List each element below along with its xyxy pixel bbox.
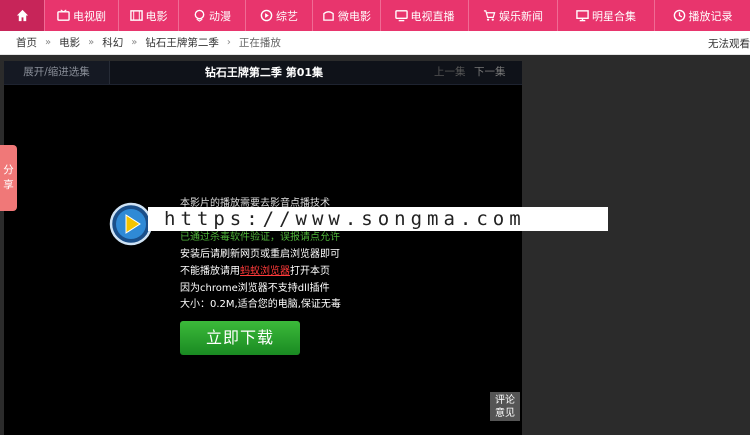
nav-item-label: 播放记录: [688, 9, 733, 23]
browser-link[interactable]: 蚂蚁浏览器: [240, 266, 290, 277]
episode-title: 钻石王牌第二季 第01集: [204, 66, 324, 79]
feedback-label: 评论: [495, 395, 515, 406]
nav-item-stars[interactable]: 明星合集: [558, 0, 655, 31]
cart-icon: [483, 10, 496, 21]
prev-episode-button[interactable]: 上一集: [434, 61, 466, 84]
breadcrumb-separator: »: [45, 37, 52, 48]
player-logo-icon: [109, 202, 153, 246]
home-icon: [16, 9, 28, 22]
nav-item-anime[interactable]: 动漫: [179, 0, 246, 31]
message-text: 不能播放请用: [180, 266, 240, 277]
tv-icon: [57, 9, 70, 21]
nav-item-movie[interactable]: 电影: [119, 0, 179, 31]
breadcrumb-current: 正在播放: [238, 37, 281, 49]
feedback-label: 意见: [495, 408, 515, 419]
breadcrumb-title[interactable]: 钻石王牌第二季: [145, 35, 219, 50]
nav-item-variety[interactable]: 综艺: [246, 0, 313, 31]
breadcrumb-separator: ›: [226, 37, 231, 48]
live-tv-icon: [394, 10, 408, 22]
nav-item-history[interactable]: 播放记录: [655, 0, 750, 31]
home-button[interactable]: [0, 0, 45, 31]
nav-item-micro-film[interactable]: 微电影: [313, 0, 381, 31]
cannot-watch-link[interactable]: 无法观看: [708, 36, 750, 51]
player-message-line: 安装后请刷新网页或重启浏览器即可: [180, 249, 340, 260]
nav-item-label: 微电影: [338, 9, 371, 23]
breadcrumb-scifi[interactable]: 科幻: [102, 35, 123, 50]
player-message-line: 大小：0.2M,适合您的电脑,保证无毒: [180, 299, 341, 310]
nav-item-tv-series[interactable]: 电视剧: [45, 0, 119, 31]
nav-item-live-tv[interactable]: 电视直播: [381, 0, 469, 31]
next-episode-button[interactable]: 下一集: [474, 61, 506, 84]
message-text: 打开本页: [290, 266, 330, 277]
toggle-episodes-button[interactable]: 展开/缩进选集: [4, 61, 110, 84]
breadcrumb-separator: »: [131, 37, 138, 48]
share-label: 分: [3, 164, 14, 176]
share-tab[interactable]: 分 享: [0, 145, 17, 211]
player-message-line: 不能播放请用蚂蚁浏览器打开本页: [180, 264, 330, 280]
download-button[interactable]: 立即下载: [180, 321, 300, 355]
feedback-button[interactable]: 评论 意见: [490, 392, 520, 421]
share-label: 享: [3, 179, 14, 191]
breadcrumb: 首页 » 电影 » 科幻 » 钻石王牌第二季 › 正在播放 无法观看: [0, 31, 750, 55]
player-message-line: 因为chrome浏览器不支持dll插件: [180, 283, 330, 294]
nav-item-label: 电视直播: [410, 9, 455, 23]
cartoon-icon: [194, 9, 205, 22]
nav-item-news[interactable]: 娱乐新闻: [469, 0, 558, 31]
page-bottom-strip: [0, 435, 750, 439]
nav-item-label: 明星合集: [592, 9, 636, 23]
variety-icon: [260, 9, 273, 22]
watermark-banner: https://www.songma.com: [148, 207, 608, 231]
breadcrumb-home[interactable]: 首页: [16, 35, 37, 50]
player-message-line: 已通过杀毒软件验证，误报请点允许: [180, 232, 340, 243]
breadcrumb-separator: »: [88, 37, 95, 48]
video-player: 展开/缩进选集 钻石王牌第二季 第01集 上一集 下一集 本影片的播放需要去影音…: [4, 61, 522, 439]
mini-film-icon: [323, 11, 334, 21]
nav-item-label: 娱乐新闻: [499, 9, 543, 23]
player-header: 展开/缩进选集 钻石王牌第二季 第01集 上一集 下一集: [4, 61, 522, 85]
breadcrumb-movie[interactable]: 电影: [59, 35, 80, 50]
nav-item-label: 综艺: [276, 9, 298, 23]
film-icon: [129, 10, 143, 21]
nav-item-label: 电视剧: [73, 9, 106, 23]
clock-icon: [673, 9, 685, 22]
top-navigation: 电视剧 电影 动漫 综艺 微电影 电视直播 娱乐新闻 明星合集 播放记录: [0, 0, 750, 31]
monitor-icon: [576, 10, 589, 22]
nav-item-label: 动漫: [209, 9, 231, 23]
nav-item-label: 电影: [145, 9, 168, 23]
